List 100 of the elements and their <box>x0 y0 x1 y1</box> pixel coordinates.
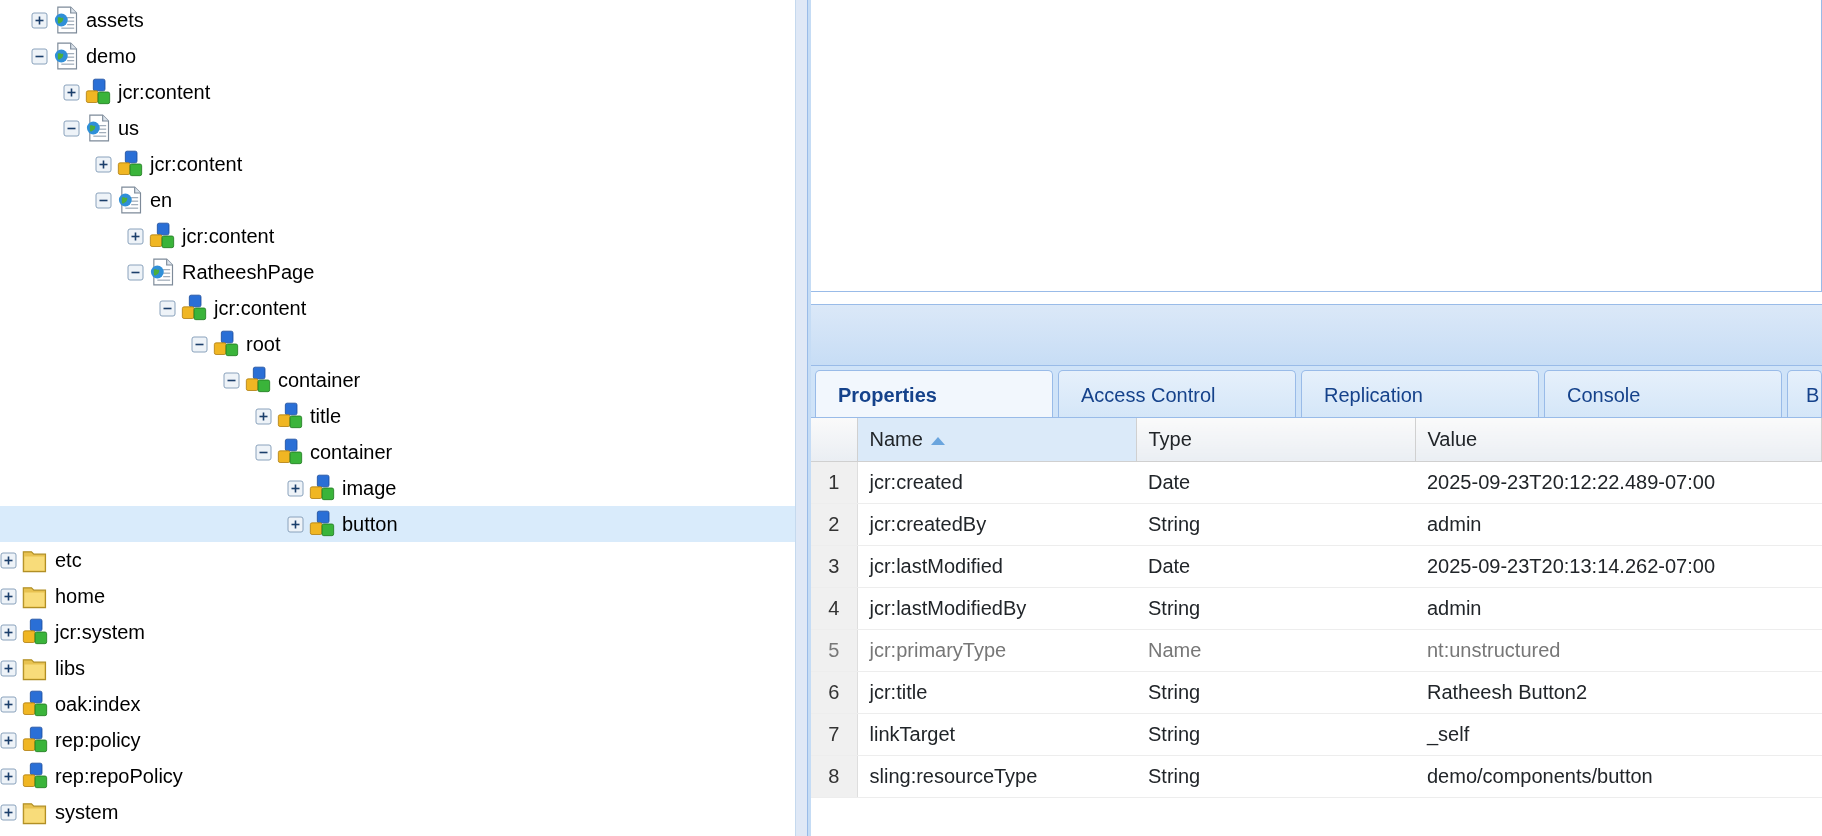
expand-icon[interactable] <box>255 407 272 425</box>
tree-item[interactable]: root <box>246 334 281 354</box>
cubes-icon <box>116 150 144 178</box>
row-number: 2 <box>811 503 857 545</box>
table-cell: demo/components/button <box>1415 755 1822 797</box>
collapse-icon[interactable] <box>63 119 80 137</box>
row-number: 6 <box>811 671 857 713</box>
table-cell: jcr:primaryType <box>857 629 1136 671</box>
tree-item[interactable]: jcr:system <box>55 622 145 642</box>
collapse-icon[interactable] <box>223 371 240 389</box>
page-icon <box>84 114 112 142</box>
tree-item[interactable]: home <box>55 586 106 606</box>
table-cell: String <box>1136 713 1415 755</box>
row-number: 1 <box>811 461 857 503</box>
cubes-icon <box>308 474 336 502</box>
column-header[interactable]: Type <box>1136 418 1415 461</box>
tree-item[interactable]: container <box>310 442 393 462</box>
expand-icon[interactable] <box>0 659 17 677</box>
table-cell: 2025-09-23T20:13:14.262-07:00 <box>1415 545 1822 587</box>
page-icon <box>148 258 176 286</box>
table-cell: Name <box>1136 629 1415 671</box>
tree-item[interactable]: us <box>118 118 140 138</box>
cubes-icon <box>21 762 49 790</box>
expand-icon[interactable] <box>127 227 144 245</box>
column-header[interactable]: Name <box>857 418 1136 461</box>
expand-icon[interactable] <box>0 551 17 569</box>
collapse-icon[interactable] <box>127 263 144 281</box>
tab[interactable]: Access Control <box>1058 370 1296 417</box>
page-icon <box>52 42 80 70</box>
tree-item[interactable]: jcr:content <box>214 298 307 318</box>
row-number: 4 <box>811 587 857 629</box>
tree-item[interactable]: rep:policy <box>55 730 141 750</box>
table-cell: admin <box>1415 587 1822 629</box>
tab[interactable]: Properties <box>815 370 1053 417</box>
collapse-icon[interactable] <box>31 47 48 65</box>
expand-icon[interactable] <box>0 623 17 641</box>
table-cell: linkTarget <box>857 713 1136 755</box>
tree-item[interactable]: RatheeshPage <box>182 262 315 282</box>
tree-row-highlight[interactable]: button <box>0 506 795 542</box>
table-cell: jcr:title <box>857 671 1136 713</box>
table-cell: Date <box>1136 461 1415 503</box>
table-cell: String <box>1136 503 1415 545</box>
cubes-icon <box>21 690 49 718</box>
row-number: 7 <box>811 713 857 755</box>
expand-icon[interactable] <box>0 767 17 785</box>
table-cell: admin <box>1415 503 1822 545</box>
tree-item[interactable]: libs <box>55 658 85 678</box>
cubes-icon <box>21 618 49 646</box>
expand-icon[interactable] <box>0 731 17 749</box>
expand-icon[interactable] <box>63 83 80 101</box>
page-icon <box>116 186 144 214</box>
cubes-icon <box>276 438 304 466</box>
table-cell: nt:unstructured <box>1415 629 1822 671</box>
tree-item[interactable]: rep:repoPolicy <box>55 766 183 786</box>
column-header[interactable]: Value <box>1415 418 1822 461</box>
table-cell: String <box>1136 755 1415 797</box>
cubes-icon <box>276 402 304 430</box>
tree-item[interactable]: jcr:content <box>118 82 211 102</box>
cubes-icon <box>180 294 208 322</box>
tab[interactable]: Console <box>1544 370 1782 417</box>
collapse-icon[interactable] <box>159 299 176 317</box>
expand-icon[interactable] <box>0 587 17 605</box>
row-number: 3 <box>811 545 857 587</box>
expand-icon[interactable] <box>287 479 304 497</box>
tree-item[interactable]: container <box>278 370 361 390</box>
collapse-icon[interactable] <box>255 443 272 461</box>
tree-item[interactable]: system <box>55 802 119 822</box>
expand-icon[interactable] <box>0 803 17 821</box>
cubes-icon <box>212 330 240 358</box>
table-cell: sling:resourceType <box>857 755 1136 797</box>
expand-icon[interactable] <box>95 155 112 173</box>
collapse-icon[interactable] <box>95 191 112 209</box>
row-number: 5 <box>811 629 857 671</box>
tree-item[interactable]: assets <box>86 10 144 30</box>
tree-item[interactable]: etc <box>55 550 82 570</box>
table-cell: jcr:created <box>857 461 1136 503</box>
tree-item[interactable]: oak:index <box>55 694 141 714</box>
tree-item[interactable]: en <box>150 190 173 210</box>
expand-icon[interactable] <box>287 515 304 533</box>
cubes-icon <box>148 222 176 250</box>
tree-item[interactable]: image <box>342 478 397 498</box>
cubes-icon <box>84 78 112 106</box>
table-cell: String <box>1136 671 1415 713</box>
collapse-icon[interactable] <box>191 335 208 353</box>
tree-item[interactable]: jcr:content <box>150 154 243 174</box>
page-icon <box>52 6 80 34</box>
cubes-icon <box>21 726 49 754</box>
tree-item[interactable]: button <box>342 514 398 534</box>
tree-item[interactable]: title <box>310 406 342 426</box>
expand-icon[interactable] <box>31 11 48 29</box>
tree-item[interactable]: demo <box>86 46 137 66</box>
tab[interactable]: B <box>1787 370 1822 417</box>
tab[interactable]: Replication <box>1301 370 1539 417</box>
cubes-icon <box>308 510 336 538</box>
tree-item[interactable]: jcr:content <box>182 226 275 246</box>
expand-icon[interactable] <box>0 695 17 713</box>
cubes-icon <box>244 366 272 394</box>
row-number: 8 <box>811 755 857 797</box>
table-cell: 2025-09-23T20:12:22.489-07:00 <box>1415 461 1822 503</box>
table-cell: String <box>1136 587 1415 629</box>
